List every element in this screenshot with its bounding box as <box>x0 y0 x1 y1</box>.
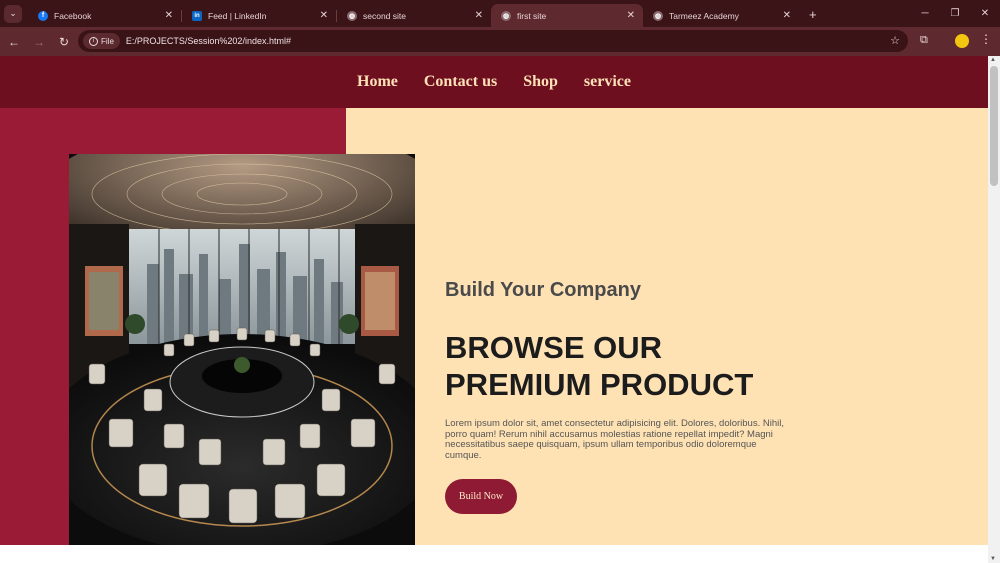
window-controls: ─ ❐ ✕ <box>910 0 1000 27</box>
nav-link-service[interactable]: service <box>584 73 631 91</box>
tab-search-button[interactable]: ⌄ <box>4 4 22 23</box>
profile-avatar[interactable] <box>955 34 969 48</box>
build-now-button[interactable]: Build Now <box>445 479 517 514</box>
back-arrow-icon[interactable]: ← <box>3 35 25 49</box>
hero-right-panel <box>346 108 988 545</box>
tab-title: second site <box>363 10 406 21</box>
site-navbar: Home Contact us Shop service <box>0 56 988 108</box>
scrollbar-thumb[interactable] <box>990 66 998 186</box>
browser-tab[interactable]: in Feed | LinkedIn ✕ <box>182 4 336 27</box>
nav-link-shop[interactable]: Shop <box>523 73 558 91</box>
nav-link-contact[interactable]: Contact us <box>424 73 497 91</box>
scroll-up-arrow-icon[interactable]: ▲ <box>990 57 996 63</box>
url-text[interactable]: E:/PROJECTS/Session%202/index.html# <box>126 36 291 46</box>
close-icon[interactable]: ✕ <box>320 10 328 21</box>
conference-room-illustration <box>69 154 415 545</box>
site-info-chip[interactable]: i File <box>83 33 120 49</box>
forward-arrow-icon[interactable]: → <box>28 35 50 49</box>
close-window-icon[interactable]: ✕ <box>970 8 1000 19</box>
bookmark-star-icon[interactable]: ☆ <box>890 34 900 47</box>
page-bottom-strip <box>0 545 988 563</box>
new-tab-plus-icon[interactable]: + <box>809 7 817 22</box>
linkedin-icon: in <box>192 10 202 21</box>
browser-tab[interactable]: ◍ second site ✕ <box>337 4 491 27</box>
browser-toolbar: ← → ↻ i File E:/PROJECTS/Session%202/ind… <box>0 27 1000 56</box>
hero-headline: BROWSE OUR PREMIUM PRODUCT <box>445 329 805 403</box>
facebook-icon: f <box>38 10 48 21</box>
close-icon[interactable]: ✕ <box>475 10 483 21</box>
close-icon[interactable]: ✕ <box>165 10 173 21</box>
nav-link-home[interactable]: Home <box>357 73 398 91</box>
address-bar[interactable]: i File E:/PROJECTS/Session%202/index.htm… <box>78 30 908 52</box>
tab-title: first site <box>517 10 547 21</box>
hero-headline-line2: PREMIUM PRODUCT <box>445 367 754 402</box>
hero-headline-line1: BROWSE OUR <box>445 330 662 365</box>
hero-description: Lorem ipsum dolor sit, amet consectetur … <box>445 418 784 461</box>
tab-title: Feed | LinkedIn <box>208 10 267 21</box>
globe-icon: ◍ <box>653 10 663 21</box>
chevron-down-icon: ⌄ <box>9 8 17 18</box>
tab-title: Tarmeez Academy <box>669 10 739 21</box>
close-icon[interactable]: ✕ <box>627 10 635 21</box>
restore-icon[interactable]: ❐ <box>940 8 970 19</box>
extensions-puzzle-icon[interactable]: ⧉ <box>920 34 934 48</box>
browser-tab-strip: ⌄ f Facebook ✕ in Feed | LinkedIn ✕ ◍ se… <box>0 0 1000 27</box>
tab-title: Facebook <box>54 10 92 21</box>
minimize-icon[interactable]: ─ <box>910 8 940 19</box>
browser-tab-active[interactable]: ◍ first site ✕ <box>491 4 643 27</box>
menu-kebab-icon[interactable]: ⋮ <box>980 32 992 46</box>
web-page: Home Contact us Shop service Build Your … <box>0 56 988 563</box>
hero-subtitle: Build Your Company <box>445 279 641 301</box>
globe-icon: ◍ <box>501 10 511 21</box>
hero-image-conference-room <box>69 154 415 545</box>
browser-tab[interactable]: f Facebook ✕ <box>28 4 181 27</box>
scheme-label: File <box>101 36 114 46</box>
close-icon[interactable]: ✕ <box>783 10 791 21</box>
info-icon: i <box>89 36 98 46</box>
page-scrollbar[interactable]: ▲ ▼ <box>988 56 1000 563</box>
browser-tab[interactable]: ◍ Tarmeez Academy ✕ <box>643 4 799 27</box>
reload-icon[interactable]: ↻ <box>53 35 75 49</box>
scroll-down-arrow-icon[interactable]: ▼ <box>990 556 996 562</box>
globe-icon: ◍ <box>347 10 357 21</box>
